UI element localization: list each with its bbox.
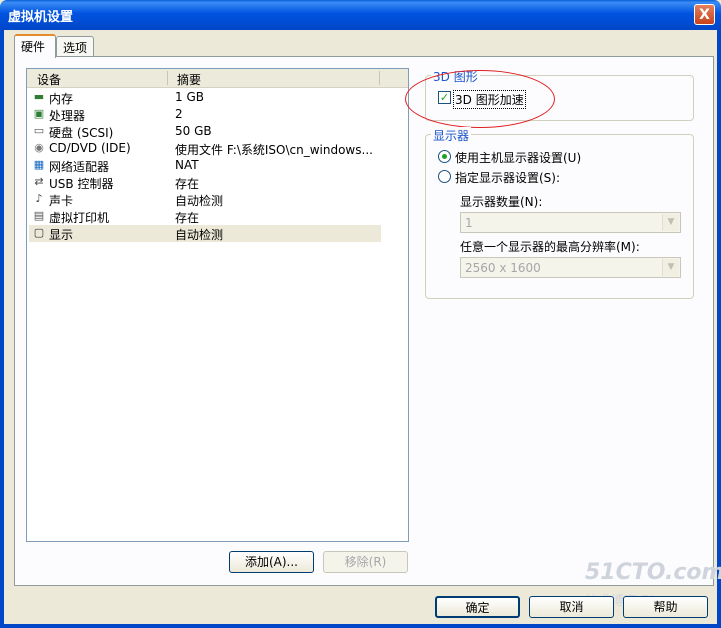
- sound-card-icon: ♪: [35, 192, 43, 205]
- device-name: CD/DVD (IDE): [49, 141, 131, 155]
- window-title: 虚拟机设置: [8, 10, 74, 25]
- watermark-logo: 51CTO.com: [585, 560, 721, 585]
- device-summary: 存在: [175, 211, 200, 225]
- device-row[interactable]: ♪ 声卡 自动检测: [29, 191, 381, 209]
- device-summary: 使用文件 F:\系统ISO\cn_windows...: [175, 143, 373, 157]
- tab-hardware[interactable]: 硬件: [14, 34, 56, 58]
- device-summary: 自动检测: [175, 228, 224, 242]
- ok-button[interactable]: 确定: [435, 596, 520, 618]
- device-summary: 存在: [175, 177, 200, 191]
- device-row[interactable]: ◉ CD/DVD (IDE) 使用文件 F:\系统ISO\cn_windows...: [29, 140, 381, 157]
- use-host-radio[interactable]: [438, 150, 451, 163]
- max-resolution-select[interactable]: 2560 x 1600 ▼: [460, 257, 681, 278]
- specify-monitor-radio[interactable]: [438, 170, 451, 183]
- column-divider[interactable]: [379, 71, 380, 85]
- device-name: 声卡: [49, 194, 74, 208]
- network-adapter-icon: ▦: [33, 158, 45, 171]
- device-row[interactable]: ▭ 硬盘 (SCSI) 50 GB: [29, 123, 381, 140]
- remove-button[interactable]: 移除(R): [323, 551, 408, 573]
- device-row[interactable]: ▣ 处理器 2: [29, 106, 381, 123]
- radio-selected-dot: [442, 154, 447, 159]
- device-name: 虚拟打印机: [49, 211, 110, 225]
- add-button[interactable]: 添加(A)...: [229, 551, 314, 573]
- device-row[interactable]: ▤ 虚拟打印机 存在: [29, 208, 381, 226]
- column-header-device[interactable]: 设备: [37, 71, 61, 88]
- window-frame-left: [0, 30, 4, 628]
- chevron-down-icon: ▼: [662, 214, 679, 231]
- column-header-summary[interactable]: 摘要: [177, 71, 201, 88]
- cd-dvd-icon: ◉: [34, 141, 44, 154]
- display-icon: ▢: [33, 226, 45, 239]
- memory-icon: ▬: [33, 90, 45, 103]
- use-host-label[interactable]: 使用主机显示器设置(U): [455, 149, 581, 166]
- monitor-count-value: 1: [465, 216, 473, 230]
- device-summary: 50 GB: [175, 124, 212, 138]
- device-row[interactable]: ▬ 内存 1 GB: [29, 89, 381, 106]
- help-button[interactable]: 帮助: [623, 596, 708, 618]
- title-bar: 虚拟机设置 X: [0, 0, 721, 30]
- device-summary: 1 GB: [175, 90, 204, 104]
- chevron-down-icon: ▼: [662, 259, 679, 276]
- device-summary: NAT: [175, 158, 199, 172]
- window-frame-bottom: [0, 624, 721, 628]
- printer-icon: ▤: [33, 209, 45, 222]
- highlight-ellipse: [405, 70, 555, 128]
- max-resolution-label: 任意一个显示器的最高分辨率(M):: [460, 240, 640, 254]
- device-list-header: 设备 摘要: [27, 69, 408, 88]
- close-button[interactable]: X: [694, 4, 715, 25]
- window-frame-right: [717, 30, 721, 628]
- device-list[interactable]: 设备 摘要 ▬ 内存 1 GB ▣ 处理器 2 ▭ 硬盘 (SCSI) 50 GB ◉ CD/DVD…: [26, 68, 409, 542]
- specify-monitor-label[interactable]: 指定显示器设置(S):: [455, 169, 560, 186]
- device-name: 硬盘 (SCSI): [49, 126, 114, 140]
- hard-disk-icon: ▭: [33, 124, 45, 137]
- device-name: 显示: [49, 228, 74, 242]
- usb-icon: ⇄: [34, 175, 44, 188]
- processor-icon: ▣: [33, 107, 45, 120]
- device-name: 处理器: [49, 109, 86, 123]
- device-name: USB 控制器: [49, 177, 114, 191]
- cancel-button[interactable]: 取消: [529, 596, 614, 618]
- device-row[interactable]: ▦ 网络适配器 NAT: [29, 157, 381, 174]
- max-resolution-value: 2560 x 1600: [465, 261, 541, 275]
- device-row[interactable]: ▢ 显示 自动检测: [29, 225, 381, 242]
- device-summary: 2: [175, 107, 183, 121]
- device-summary: 自动检测: [175, 194, 224, 208]
- monitor-count-select[interactable]: 1 ▼: [460, 212, 681, 233]
- tab-options[interactable]: 选项: [56, 36, 94, 56]
- monitor-group-title: 显示器: [431, 127, 472, 144]
- device-name: 内存: [49, 92, 74, 106]
- column-divider[interactable]: [167, 71, 168, 85]
- device-name: 网络适配器: [49, 160, 110, 174]
- monitor-count-label: 显示器数量(N):: [460, 195, 543, 209]
- device-row[interactable]: ⇄ USB 控制器 存在: [29, 174, 381, 192]
